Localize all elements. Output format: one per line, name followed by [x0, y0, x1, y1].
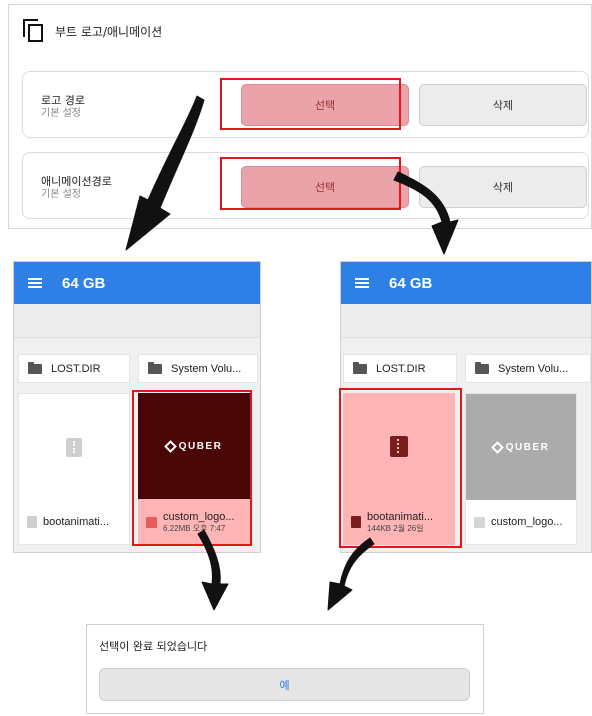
- custom-logo-highlight: [132, 390, 252, 546]
- file-thumbnail: QUBER: [466, 394, 576, 500]
- app-bar: 64 GB: [341, 262, 591, 304]
- folder-icon: [353, 361, 367, 374]
- folder-lost-dir[interactable]: LOST.DIR: [18, 354, 130, 383]
- folder-label: LOST.DIR: [51, 362, 101, 375]
- logo-path-sublabel: 기본 설정: [41, 108, 81, 119]
- menu-icon[interactable]: [355, 278, 369, 288]
- path-bar: [341, 304, 591, 338]
- folder-label: System Volu...: [498, 362, 569, 375]
- folder-label: System Volu...: [171, 362, 242, 375]
- folder-system-volume[interactable]: System Volu...: [465, 354, 591, 383]
- folder-icon: [148, 361, 162, 374]
- file-name: bootanimati...: [43, 516, 110, 528]
- folder-label: LOST.DIR: [376, 362, 426, 375]
- panel-title: 부트 로고/애니메이션: [55, 24, 163, 39]
- file-thumbnail: [19, 394, 129, 500]
- folder-icon: [475, 361, 489, 374]
- menu-icon[interactable]: [28, 278, 42, 288]
- logo-path-label: 로고 경로: [41, 94, 85, 107]
- folder-system-volume[interactable]: System Volu...: [138, 354, 258, 383]
- copy-icon: [23, 19, 45, 43]
- folder-icon: [28, 361, 42, 374]
- confirmation-dialog: 선택이 완료 되었습니다 예: [86, 624, 484, 714]
- bootanimation-highlight: [339, 388, 462, 548]
- logo-select-highlight: [220, 78, 401, 130]
- image-file-icon: [474, 516, 485, 528]
- file-bootanimation[interactable]: bootanimati...: [18, 393, 130, 545]
- storage-title: 64 GB: [62, 274, 106, 292]
- animation-path-label-group: 애니메이션경로 기본 설정: [41, 175, 112, 201]
- quber-logo: QUBER: [490, 440, 550, 454]
- file-caption: custom_logo...: [466, 500, 576, 544]
- file-name: custom_logo...: [491, 516, 563, 528]
- zip-file-icon: [66, 437, 82, 457]
- animation-delete-button[interactable]: 삭제: [419, 166, 587, 208]
- panel-header: 부트 로고/애니메이션: [23, 19, 162, 43]
- animation-select-highlight: [220, 157, 401, 210]
- folder-lost-dir[interactable]: LOST.DIR: [343, 354, 457, 383]
- file-caption: bootanimati...: [19, 500, 129, 544]
- ok-button[interactable]: 예: [99, 668, 470, 701]
- logo-delete-button[interactable]: 삭제: [419, 84, 587, 126]
- storage-title: 64 GB: [389, 274, 433, 292]
- animation-path-sublabel: 기본 설정: [41, 189, 81, 200]
- path-bar: [14, 304, 260, 338]
- app-bar: 64 GB: [14, 262, 260, 304]
- dialog-message: 선택이 완료 되었습니다: [99, 640, 208, 653]
- animation-path-label: 애니메이션경로: [41, 175, 112, 188]
- zip-small-icon: [27, 516, 37, 528]
- logo-path-label-group: 로고 경로 기본 설정: [41, 94, 85, 120]
- file-custom-logo[interactable]: QUBER custom_logo...: [465, 393, 577, 545]
